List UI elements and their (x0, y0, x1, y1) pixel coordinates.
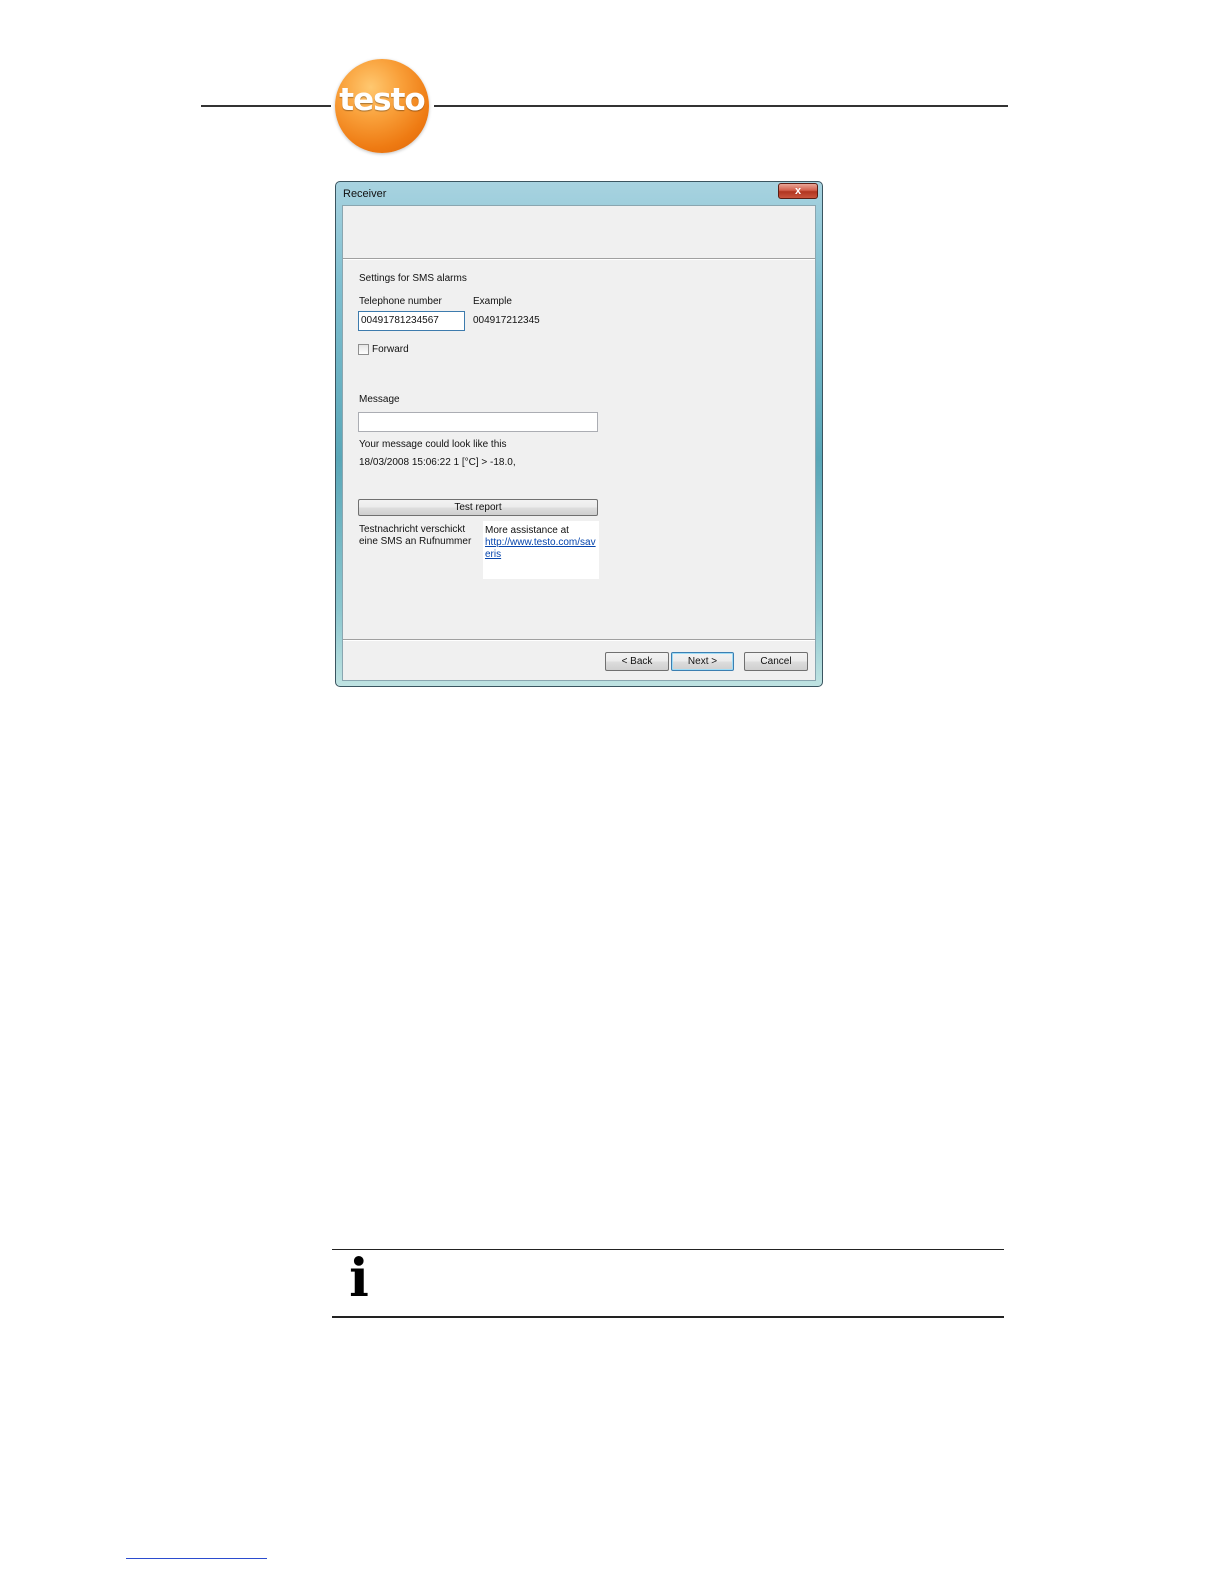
message-label: Message (359, 394, 400, 405)
footer-separator (343, 639, 815, 641)
info-box-bottom-rule (332, 1316, 1004, 1318)
next-button[interactable]: Next > (671, 652, 734, 671)
window-title: Receiver (343, 188, 387, 200)
sms-settings-title: Settings for SMS alarms (359, 273, 467, 284)
forward-checkbox[interactable] (358, 344, 369, 355)
back-button[interactable]: < Back (605, 652, 669, 671)
help-link[interactable]: http://www.testo.com/saveris (485, 537, 596, 560)
test-note-line1: Testnachricht verschickt (359, 524, 466, 535)
forward-label: Forward (372, 344, 409, 355)
info-icon: i (349, 1248, 369, 1309)
close-button[interactable]: x (778, 183, 818, 199)
info-box-top-rule (332, 1249, 1004, 1250)
close-icon: x (794, 185, 802, 197)
testo-logo: testo (335, 59, 429, 153)
logo-text: testo (339, 82, 425, 118)
preview-value: 18/03/2008 15:06:22 1 [°C] > -18.0, (359, 457, 516, 468)
test-note-line2: eine SMS an Rufnummer (359, 536, 472, 547)
help-box: More assistance at http://www.testo.com/… (483, 521, 599, 579)
header-rule-right (434, 105, 1008, 107)
header-rule-left (201, 105, 331, 107)
example-value: 004917212345 (473, 315, 540, 326)
telephone-number-input[interactable]: 00491781234567 (358, 311, 465, 331)
wizard-header-band (343, 206, 815, 260)
footer-link-underline (126, 1558, 267, 1559)
telephone-number-label: Telephone number (359, 296, 442, 307)
message-input[interactable] (358, 412, 598, 432)
receiver-dialog: Receiver x Settings for SMS alarms Telep… (335, 181, 823, 687)
preview-label: Your message could look like this (359, 439, 507, 450)
test-report-button[interactable]: Test report (358, 499, 598, 516)
dialog-client-area: Settings for SMS alarms Telephone number… (342, 205, 816, 681)
cancel-button[interactable]: Cancel (744, 652, 808, 671)
help-text: More assistance at (485, 525, 569, 536)
example-label: Example (473, 296, 512, 307)
